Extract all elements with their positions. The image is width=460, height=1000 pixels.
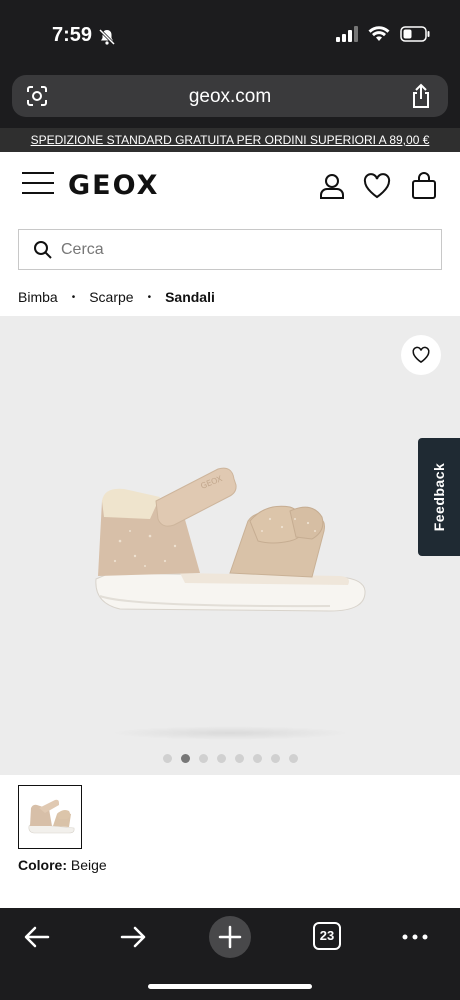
- carousel-dot[interactable]: [252, 754, 262, 763]
- carousel-dots: [0, 754, 460, 763]
- wifi-icon: [368, 26, 390, 41]
- address-bar[interactable]: geox.com: [12, 75, 448, 117]
- breadcrumb: Bimba • Scarpe • Sandali: [18, 289, 215, 305]
- status-indicators: [336, 26, 430, 42]
- carousel-dot[interactable]: [216, 754, 226, 763]
- heart-icon: [412, 346, 430, 363]
- status-time: 7:59: [52, 24, 93, 46]
- logo[interactable]: GEOX: [68, 170, 159, 201]
- signal-icon: [336, 26, 358, 42]
- carousel-dot[interactable]: [234, 754, 244, 763]
- search-box[interactable]: [18, 229, 442, 270]
- wishlist-button[interactable]: [401, 335, 441, 375]
- carousel-dot[interactable]: [288, 754, 298, 763]
- carousel-dot[interactable]: [198, 754, 208, 763]
- heart-icon[interactable]: [363, 172, 391, 200]
- browser-toolbar: 23: [0, 908, 460, 1000]
- search-icon: [34, 241, 52, 259]
- product-image-carousel[interactable]: GEOX Feedback: [0, 316, 460, 775]
- color-label: Colore:: [18, 857, 67, 873]
- search-input[interactable]: [61, 230, 431, 269]
- breadcrumb-item-bimba[interactable]: Bimba: [18, 289, 58, 305]
- product-image: GEOX: [95, 467, 366, 612]
- bag-icon[interactable]: [410, 172, 438, 200]
- color-thumbnail[interactable]: [18, 785, 82, 849]
- url-text[interactable]: geox.com: [12, 86, 448, 108]
- feedback-tab[interactable]: Feedback: [418, 438, 460, 556]
- tabs-button[interactable]: 23: [313, 922, 341, 950]
- site-header: GEOX: [0, 152, 460, 222]
- feedback-label: Feedback: [431, 462, 447, 532]
- more-icon[interactable]: [400, 922, 430, 952]
- battery-icon: [400, 26, 430, 42]
- carousel-dot[interactable]: [162, 754, 172, 763]
- back-icon[interactable]: [22, 922, 52, 952]
- share-icon[interactable]: [410, 83, 432, 109]
- plus-icon: [218, 925, 242, 949]
- image-shadow: [110, 726, 350, 740]
- menu-icon[interactable]: [22, 172, 54, 196]
- user-icon[interactable]: [318, 172, 346, 200]
- breadcrumb-item-scarpe[interactable]: Scarpe: [89, 289, 133, 305]
- browser-chrome-top: 7:59 geox.com: [0, 0, 460, 128]
- new-tab-button[interactable]: [209, 916, 251, 958]
- color-info: Colore: Beige: [18, 857, 107, 873]
- breadcrumb-separator: •: [71, 291, 76, 303]
- thumbnail-image: [28, 799, 75, 834]
- home-indicator: [148, 984, 312, 989]
- carousel-dot[interactable]: [270, 754, 280, 763]
- color-value: Beige: [70, 857, 107, 873]
- breadcrumb-item-sandali: Sandali: [165, 289, 215, 305]
- carousel-dot[interactable]: [180, 754, 190, 763]
- breadcrumb-separator: •: [147, 291, 152, 303]
- forward-icon[interactable]: [118, 922, 148, 952]
- promo-banner[interactable]: SPEDIZIONE STANDARD GRATUITA PER ORDINI …: [0, 128, 460, 152]
- bell-slash-icon: [98, 28, 116, 46]
